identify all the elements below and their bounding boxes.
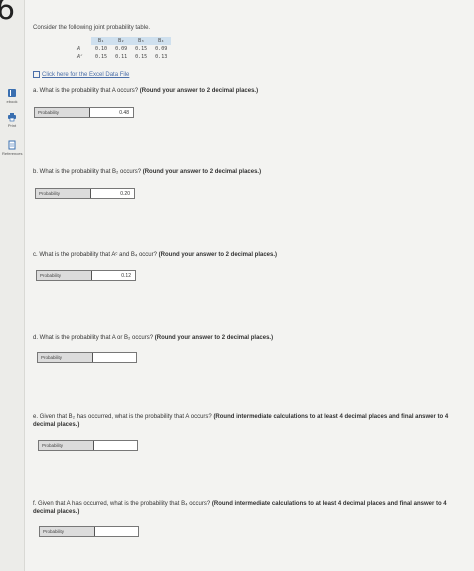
question-b: b. What is the probability that B₂ occur… [33, 168, 469, 176]
question-text: a. What is the probability that A occurs… [33, 88, 139, 94]
question-text: e. Given that B₂ has occurred, what is t… [33, 414, 212, 420]
excel-data-link[interactable]: Click here for the Excel Data File [33, 71, 129, 78]
question-f: f. Given that A has occurred, what is th… [33, 500, 463, 516]
joint-probability-table: B₁ B₂ B₃ B₄ A 0.10 0.09 0.15 0.09 Aᶜ 0.1… [73, 37, 172, 61]
table-column-header: B₄ [151, 37, 172, 45]
answer-field-label: Probability [36, 189, 91, 198]
answer-value: 0.12 [121, 273, 131, 279]
answer-field-label: Probability [39, 441, 94, 450]
question-instruction: (Round your answer to 2 decimal places.) [158, 252, 278, 258]
question-text: c. What is the probability that Aᶜ and B… [33, 252, 157, 258]
table-cell: 0.15 [135, 46, 148, 52]
table-corner [73, 37, 91, 45]
question-a: a. What is the probability that A occurs… [33, 87, 469, 95]
sidebar-item-ebook[interactable]: ebook [2, 88, 22, 104]
sidebar: 6 ebook Print References [0, 0, 25, 571]
table-cell: 0.13 [155, 54, 168, 60]
sidebar-item-label: Print [7, 123, 17, 128]
answer-field-label: Probability [37, 271, 92, 280]
question-text: d. What is the probability that A or B₂ … [33, 335, 154, 341]
answer-field-e[interactable]: Probability [38, 440, 138, 451]
answer-field-label: Probability [40, 527, 95, 536]
sidebar-item-label: ebook [6, 99, 18, 104]
sidebar-item-references[interactable]: References [2, 140, 22, 156]
answer-field-c[interactable]: Probability 0.12 [36, 270, 136, 281]
sidebar-item-print[interactable]: Print [2, 112, 22, 128]
answer-field-a[interactable]: Probability 0.48 [34, 107, 134, 118]
answer-value: 0.48 [119, 110, 129, 116]
print-icon [8, 113, 16, 122]
table-row: Aᶜ 0.15 0.11 0.15 0.13 [73, 53, 171, 61]
question-intro: Consider the following joint probability… [33, 25, 151, 31]
table-header-row: B₁ B₂ B₃ B₄ [73, 37, 172, 45]
table-row: A 0.10 0.09 0.15 0.09 [73, 45, 171, 53]
table-column-header: B₃ [131, 37, 152, 45]
question-number: 6 [0, 0, 16, 27]
table-row-header: A [77, 46, 81, 52]
sidebar-item-label: References [2, 151, 23, 156]
table-row-header: Aᶜ [77, 54, 84, 60]
question-instruction: (Round your answer to 2 decimal places.) [154, 335, 274, 341]
table-cell: 0.10 [95, 46, 108, 52]
table-cell: 0.15 [95, 54, 108, 60]
excel-link-text: Click here for the Excel Data File [42, 72, 130, 79]
answer-field-label: Probability [38, 353, 93, 362]
table-column-header: B₂ [111, 37, 132, 45]
question-instruction: (Round your answer to 2 decimal places.) [142, 169, 262, 175]
references-icon [8, 140, 16, 150]
answer-field-b[interactable]: Probability 0.20 [35, 188, 135, 199]
question-instruction: (Round your answer to 2 decimal places.) [139, 88, 259, 94]
book-icon [8, 89, 16, 97]
excel-file-icon [33, 71, 40, 78]
table-cell: 0.15 [135, 54, 148, 60]
table-cell: 0.09 [115, 46, 128, 52]
question-text: b. What is the probability that B₂ occur… [33, 169, 142, 175]
answer-value: 0.20 [120, 191, 130, 197]
answer-field-label: Probability [35, 108, 90, 117]
table-cell: 0.11 [115, 54, 128, 60]
question-c: c. What is the probability that Aᶜ and B… [33, 251, 469, 259]
question-d: d. What is the probability that A or B₂ … [33, 334, 469, 342]
answer-field-f[interactable]: Probability [39, 526, 139, 537]
question-e: e. Given that B₂ has occurred, what is t… [33, 413, 463, 429]
table-cell: 0.09 [155, 46, 168, 52]
table-column-header: B₁ [91, 37, 112, 45]
answer-field-d[interactable]: Probability [37, 352, 137, 363]
question-text: f. Given that A has occurred, what is th… [33, 501, 211, 507]
